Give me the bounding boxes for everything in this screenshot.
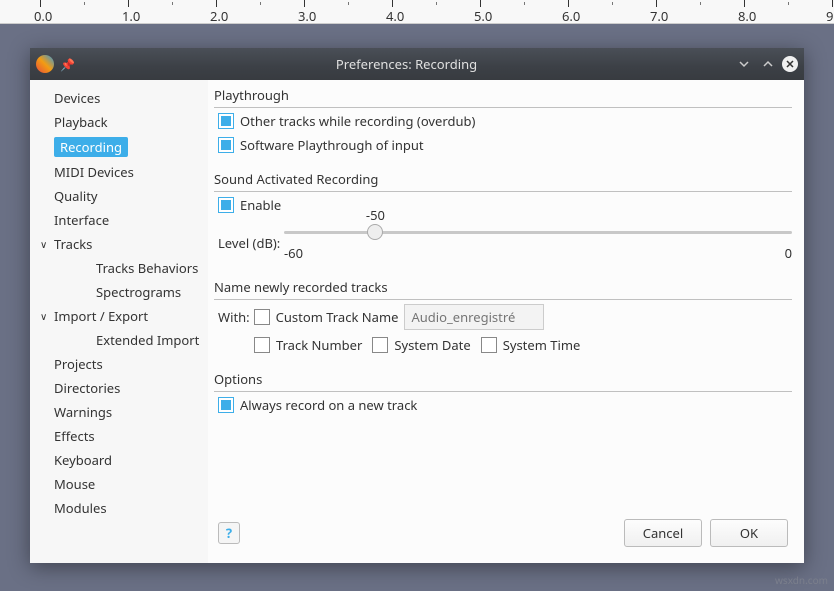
group-options: Options Always record on a new track [214, 370, 792, 420]
with-label: With: [218, 308, 250, 326]
sidebar-item-label: Spectrograms [96, 283, 181, 301]
label-system-date: System Date [394, 336, 470, 354]
group-title: Sound Activated Recording [214, 170, 792, 190]
main-panel: Playthrough Other tracks while recording… [208, 80, 804, 563]
watermark: wsxdn.com [775, 573, 828, 587]
sidebar-item-label: Extended Import [96, 331, 199, 349]
checkbox-system-date[interactable] [372, 337, 388, 353]
sidebar-item-spectrograms[interactable]: Spectrograms [30, 280, 208, 304]
checkbox-software-playthrough[interactable] [218, 137, 234, 153]
checkbox-custom-track-name[interactable] [254, 309, 270, 325]
sidebar-item-extended-import[interactable]: Extended Import [30, 328, 208, 352]
slider-min: -60 [284, 244, 303, 262]
ruler: 0.01.02.03.04.05.06.07.08.09.0 [0, 0, 834, 24]
label-system-time: System Time [503, 336, 581, 354]
sidebar-item-label: Interface [54, 211, 109, 229]
sidebar-item-keyboard[interactable]: Keyboard [30, 448, 208, 472]
pin-icon[interactable]: 📌 [60, 56, 75, 73]
sidebar-item-label: Import / Export [54, 307, 148, 325]
sidebar-item-playback[interactable]: Playback [30, 110, 208, 134]
sidebar-item-quality[interactable]: Quality [30, 184, 208, 208]
group-naming: Name newly recorded tracks With: Custom … [214, 278, 792, 360]
sidebar-item-label: Quality [54, 187, 98, 205]
sidebar-item-mouse[interactable]: Mouse [30, 472, 208, 496]
dialog-footer: ? Cancel OK [214, 511, 792, 551]
checkbox-system-time[interactable] [481, 337, 497, 353]
maximize-icon[interactable] [758, 54, 778, 74]
sidebar-item-label: Devices [54, 89, 100, 107]
sidebar-item-import-export[interactable]: ∨Import / Export [30, 304, 208, 328]
sidebar-item-label: Tracks Behaviors [96, 259, 198, 277]
minimize-icon[interactable] [734, 54, 754, 74]
checkbox-overdub[interactable] [218, 113, 234, 129]
cancel-button[interactable]: Cancel [624, 519, 702, 547]
sidebar-item-tracks[interactable]: ∨Tracks [30, 232, 208, 256]
label-custom-track-name: Custom Track Name [276, 308, 399, 326]
sidebar-item-modules[interactable]: Modules [30, 496, 208, 520]
checkbox-always-new-track[interactable] [218, 397, 234, 413]
group-title: Options [214, 370, 792, 390]
sidebar-item-midi-devices[interactable]: MIDI Devices [30, 160, 208, 184]
sidebar-item-label: Keyboard [54, 451, 112, 469]
titlebar[interactable]: 📌 Preferences: Recording ✕ [30, 48, 804, 80]
sidebar-item-recording[interactable]: Recording [30, 134, 208, 160]
sidebar-item-label: Effects [54, 427, 95, 445]
slider-value: -50 [366, 206, 385, 224]
sidebar-item-label: Tracks [54, 235, 92, 253]
sidebar-item-label: Directories [54, 379, 120, 397]
sidebar-item-label: MIDI Devices [54, 163, 134, 181]
preferences-dialog: 📌 Preferences: Recording ✕ Devices Playba… [30, 48, 804, 563]
level-label: Level (dB): [218, 234, 284, 252]
label-overdub: Other tracks while recording (overdub) [240, 112, 475, 130]
group-sound-activated: Sound Activated Recording Enable Level (… [214, 170, 792, 268]
sidebar: Devices Playback Recording MIDI Devices Qual… [30, 80, 208, 563]
sidebar-item-directories[interactable]: Directories [30, 376, 208, 400]
app-icon [36, 55, 54, 73]
label-track-number: Track Number [276, 336, 362, 354]
sidebar-item-projects[interactable]: Projects [30, 352, 208, 376]
ok-button[interactable]: OK [710, 519, 788, 547]
chevron-down-icon[interactable]: ∨ [40, 237, 54, 251]
label-always-new-track: Always record on a new track [240, 396, 417, 414]
sidebar-item-label: Playback [54, 113, 108, 131]
slider-max: 0 [785, 244, 792, 262]
sidebar-item-effects[interactable]: Effects [30, 424, 208, 448]
sidebar-item-label: Projects [54, 355, 103, 373]
checkbox-enable-sar[interactable] [218, 197, 234, 213]
dialog-title: Preferences: Recording [83, 55, 730, 73]
sidebar-item-label: Recording [54, 137, 128, 157]
sidebar-item-warnings[interactable]: Warnings [30, 400, 208, 424]
sidebar-item-label: Warnings [54, 403, 112, 421]
checkbox-track-number[interactable] [254, 337, 270, 353]
close-icon[interactable]: ✕ [782, 56, 798, 72]
custom-track-name-input[interactable] [404, 304, 544, 330]
group-title: Playthrough [214, 86, 792, 106]
sidebar-item-devices[interactable]: Devices [30, 86, 208, 110]
label-software-playthrough: Software Playthrough of input [240, 136, 424, 154]
chevron-down-icon[interactable]: ∨ [40, 309, 54, 323]
label-enable-sar: Enable [240, 196, 281, 214]
sidebar-item-interface[interactable]: Interface [30, 208, 208, 232]
help-button[interactable]: ? [218, 522, 240, 544]
sidebar-item-label: Mouse [54, 475, 95, 493]
group-playthrough: Playthrough Other tracks while recording… [214, 86, 792, 160]
sidebar-item-label: Modules [54, 499, 107, 517]
level-slider[interactable] [284, 224, 792, 240]
group-title: Name newly recorded tracks [214, 278, 792, 298]
sidebar-item-tracks-behaviors[interactable]: Tracks Behaviors [30, 256, 208, 280]
